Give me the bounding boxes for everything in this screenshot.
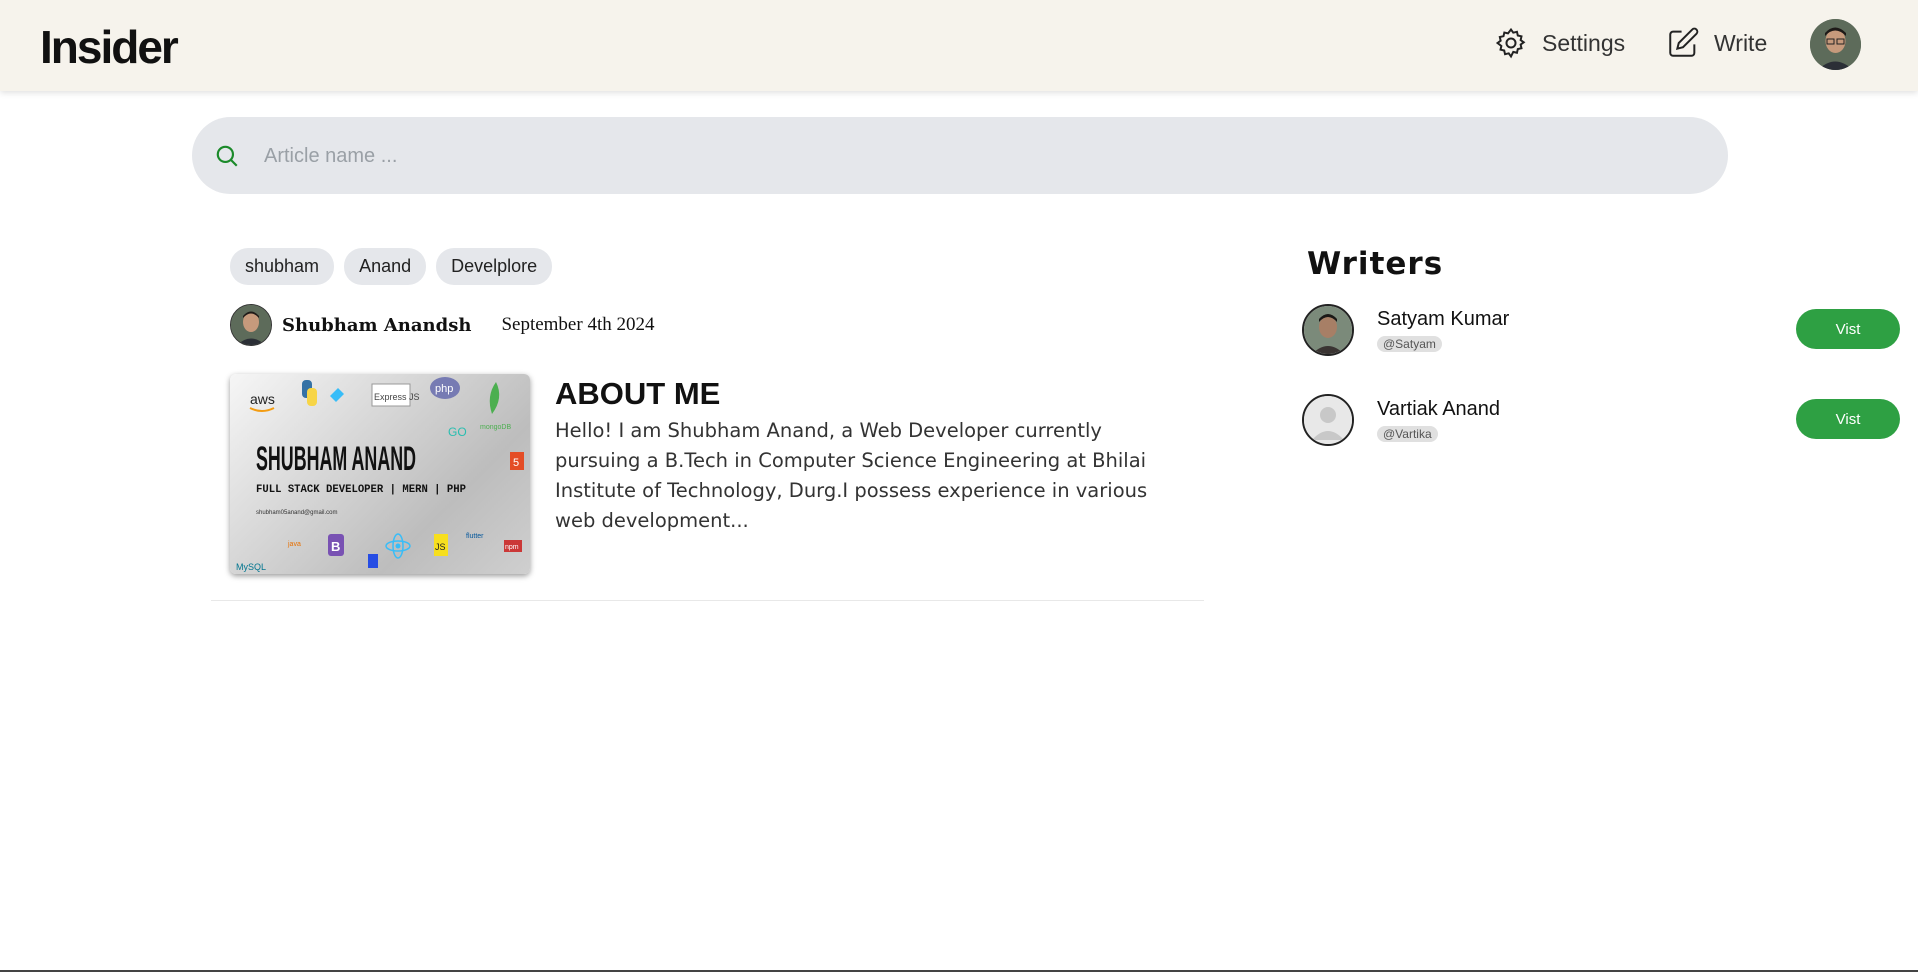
thumbnail-banner: aws Express JS php mongoDB GO SHUBHAM AN… xyxy=(236,377,524,572)
pencil-square-icon xyxy=(1669,27,1699,57)
thumbnail-subtitle: FULL STACK DEVELOPER | MERN | PHP xyxy=(256,484,466,496)
user-avatar[interactable] xyxy=(1810,19,1861,70)
mongodb-logo: mongoDB xyxy=(480,424,511,431)
article-thumbnail[interactable]: aws Express JS php mongoDB GO SHUBHAM AN… xyxy=(230,374,530,574)
avatar-photo xyxy=(231,305,271,345)
app-logo[interactable]: Insider xyxy=(40,20,179,74)
writer-name[interactable]: Satyam Kumar xyxy=(1377,308,1509,331)
writer-handle: @Vartika xyxy=(1377,426,1438,442)
writer-handle: @Satyam xyxy=(1377,336,1442,352)
article-excerpt: Hello! I am Shubham Anand, a Web Develop… xyxy=(555,419,1148,532)
article-title[interactable]: ABOUT ME xyxy=(555,376,720,412)
thumbnail-name: SHUBHAM ANAND xyxy=(256,440,416,478)
author-name[interactable]: Shubham Anandsh xyxy=(282,315,471,336)
avatar-photo xyxy=(1810,19,1861,70)
express-logo: Express JS xyxy=(374,392,420,402)
settings-label: Settings xyxy=(1542,29,1626,56)
settings-link[interactable]: Settings xyxy=(1494,26,1625,60)
visit-button[interactable]: Vist xyxy=(1796,399,1900,439)
writers-heading: Writers xyxy=(1307,246,1444,282)
thumbnail-email: shubham05anand@gmail.com xyxy=(256,510,337,516)
java-logo: java xyxy=(287,541,301,548)
top-navbar: Insider Settings Write xyxy=(0,0,1918,91)
writer-avatar[interactable] xyxy=(1302,304,1354,356)
avatar-photo xyxy=(1304,306,1352,354)
article-divider xyxy=(211,600,1204,601)
search-icon[interactable] xyxy=(214,143,240,169)
tag-chip[interactable]: Anand xyxy=(344,248,427,285)
author-avatar[interactable] xyxy=(230,304,272,346)
flutter-logo: flutter xyxy=(466,533,484,540)
tag-chip[interactable]: Develplore xyxy=(436,248,553,285)
bootstrap-logo: B xyxy=(331,539,340,554)
visit-button[interactable]: Vist xyxy=(1796,309,1900,349)
article-tags: shubham Anand Develplore xyxy=(230,248,553,285)
writer-item: Satyam Kumar @Satyam Vist xyxy=(1302,304,1902,356)
gear-icon xyxy=(1495,27,1526,59)
html5-logo: 5 xyxy=(513,457,519,469)
write-label: Write xyxy=(1714,29,1768,56)
js-logo: JS xyxy=(435,542,446,552)
aws-logo: aws xyxy=(250,391,275,407)
writer-name[interactable]: Vartiak Anand xyxy=(1377,398,1500,421)
tag-chip[interactable]: shubham xyxy=(230,248,335,285)
npm-logo: npm xyxy=(505,544,519,551)
go-logo: GO xyxy=(448,425,467,439)
default-user-icon xyxy=(1304,396,1352,444)
php-logo: php xyxy=(435,383,453,395)
writer-item: Vartiak Anand @Vartika Vist xyxy=(1302,394,1902,446)
article-author-row: Shubham Anandsh September 4th 2024 xyxy=(230,304,654,346)
writer-avatar[interactable] xyxy=(1302,394,1354,446)
write-link[interactable]: Write xyxy=(1666,26,1767,60)
mysql-logo: MySQL xyxy=(236,562,266,572)
publish-date: September 4th 2024 xyxy=(501,314,655,335)
search-bar xyxy=(192,117,1728,194)
search-input[interactable] xyxy=(262,135,1696,177)
